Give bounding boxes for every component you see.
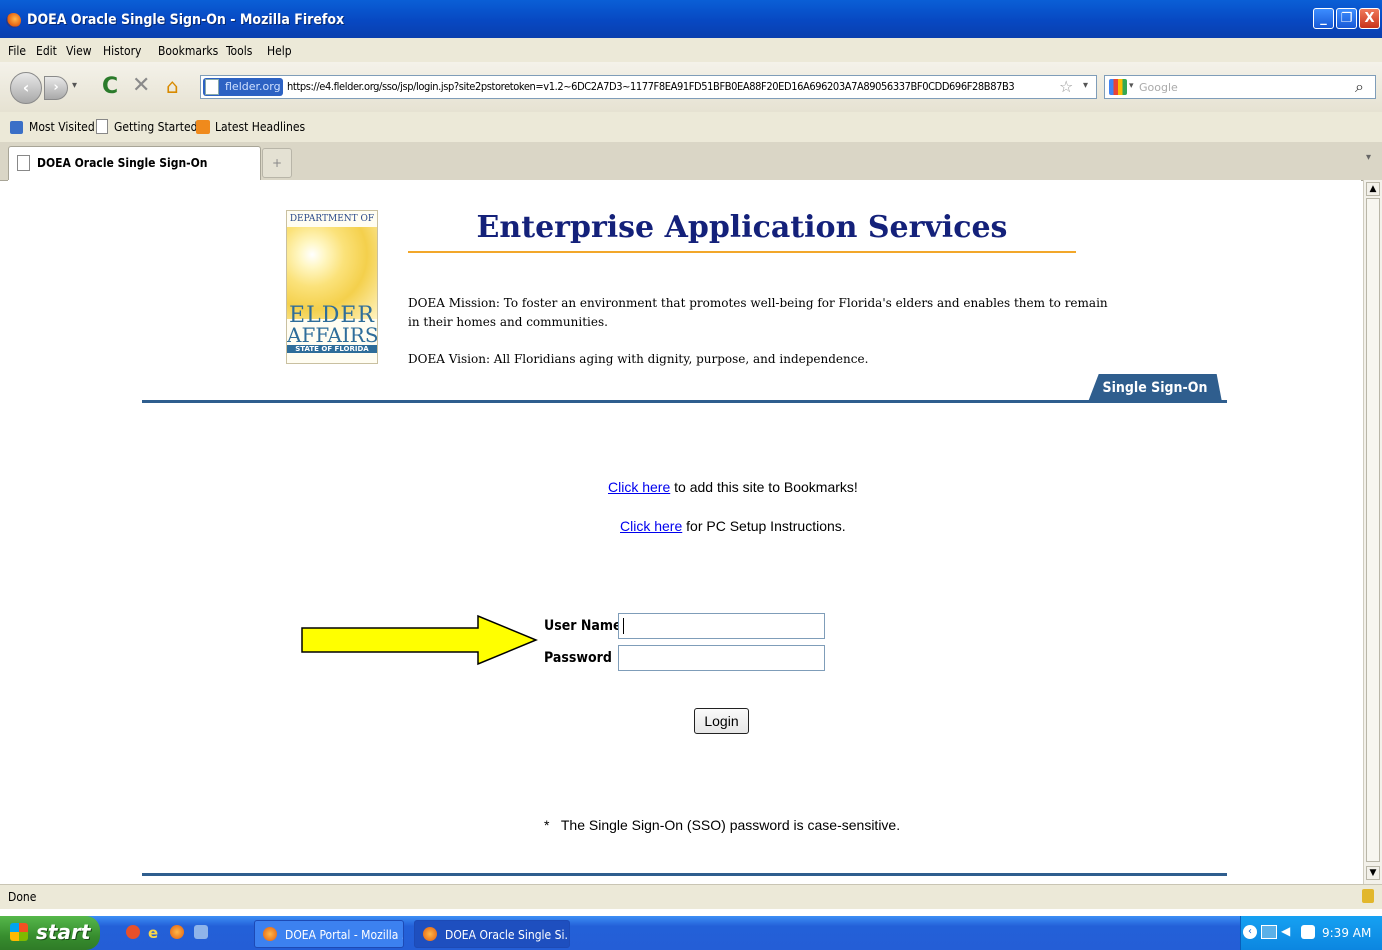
bookmark-getting-started[interactable]: Getting Started <box>114 120 197 134</box>
tab-doea-oracle-sso[interactable]: DOEA Oracle Single Sign-On <box>8 146 261 180</box>
minimize-button[interactable]: _ <box>1313 8 1334 29</box>
yellow-arrow-icon <box>301 614 538 666</box>
logo-state-text: STATE OF FLORIDA <box>287 345 377 353</box>
network-icon[interactable] <box>1261 925 1277 939</box>
start-button[interactable]: start <box>0 916 100 950</box>
window-titlebar[interactable]: DOEA Oracle Single Sign-On - Mozilla Fir… <box>0 0 1382 38</box>
chrome-icon[interactable] <box>126 925 140 939</box>
close-button[interactable]: X <box>1359 8 1380 29</box>
menu-tools[interactable]: Tools <box>226 44 252 58</box>
taskbar-item-label: DOEA Oracle Single Si... <box>445 928 570 942</box>
stop-icon[interactable]: ✕ <box>132 73 150 98</box>
username-input[interactable] <box>618 613 825 639</box>
page-icon <box>96 119 108 134</box>
search-engine-dropdown-icon[interactable]: ▾ <box>1129 81 1134 91</box>
url-dropdown-icon[interactable]: ▾ <box>1083 80 1088 91</box>
home-icon[interactable]: ⌂ <box>166 74 179 98</box>
navigation-toolbar: ‹ › ▾ C ✕ ⌂ flelder.org https://e4.fleld… <box>0 62 1382 113</box>
app-icon[interactable] <box>194 925 208 939</box>
scrollbar-thumb[interactable] <box>1366 198 1380 862</box>
tab-label: DOEA Oracle Single Sign-On <box>37 156 208 170</box>
header-divider <box>142 400 1227 403</box>
bookmark-most-visited[interactable]: Most Visited <box>29 120 95 134</box>
elder-affairs-logo: DEPARTMENT OF ELDER AFFAIRS STATE OF FLO… <box>286 210 378 364</box>
setup-link[interactable]: Click here <box>620 518 682 534</box>
forward-button[interactable]: › <box>44 76 68 100</box>
setup-link-text: for PC Setup Instructions. <box>682 518 846 534</box>
rss-feed-icon <box>196 120 210 134</box>
scroll-up-arrow-icon[interactable]: ▲ <box>1366 182 1380 196</box>
firefox-icon[interactable] <box>170 925 184 939</box>
menu-help[interactable]: Help <box>267 44 292 58</box>
menu-bar: File Edit View History Bookmarks Tools H… <box>0 38 1382 62</box>
mission-statement: DOEA Mission: To foster an environment t… <box>408 296 1108 329</box>
tab-bar: DOEA Oracle Single Sign-On + ▾ <box>0 142 1382 181</box>
firefox-icon <box>6 13 21 28</box>
search-box[interactable]: ▾ Google ⌕ <box>1104 75 1376 99</box>
list-tabs-icon[interactable]: ▾ <box>1366 152 1371 163</box>
page-icon <box>17 155 30 171</box>
security-shield-icon[interactable] <box>1301 925 1315 939</box>
bookmark-link-text: to add this site to Bookmarks! <box>670 479 858 495</box>
bookmarks-toolbar: Most Visited Getting Started Latest Head… <box>0 112 1382 143</box>
vision-statement: DOEA Vision: All Floridians aging with d… <box>408 352 869 366</box>
firefox-icon <box>423 927 437 941</box>
google-icon[interactable] <box>1109 79 1127 95</box>
firefox-icon <box>263 927 277 941</box>
title-underline <box>408 251 1076 253</box>
taskbar-item-doea-portal[interactable]: DOEA Portal - Mozilla ... <box>254 920 404 948</box>
status-bar: Done <box>0 884 1382 909</box>
text-cursor <box>623 618 624 634</box>
start-label: start <box>36 920 91 944</box>
taskbar-item-doea-oracle[interactable]: DOEA Oracle Single Si... <box>414 920 570 948</box>
volume-icon[interactable]: ◀ <box>1281 924 1290 938</box>
menu-bookmarks[interactable]: Bookmarks <box>158 44 218 58</box>
bookmark-latest-headlines[interactable]: Latest Headlines <box>215 120 305 134</box>
bookmark-link[interactable]: Click here <box>608 479 670 495</box>
reload-icon[interactable]: C <box>102 74 118 99</box>
logo-department-text: DEPARTMENT OF <box>289 214 375 224</box>
bookmark-instructions: Click here to add this site to Bookmarks… <box>608 479 858 495</box>
logo-affairs-text: AFFAIRS <box>287 323 378 347</box>
clock[interactable]: 9:39 AM <box>1322 926 1371 940</box>
windows-logo-icon <box>10 923 28 941</box>
most-visited-icon <box>10 121 23 134</box>
single-sign-on-tab: Single Sign-On <box>1088 374 1222 402</box>
password-note: * The Single Sign-On (SSO) password is c… <box>544 817 901 833</box>
password-input[interactable] <box>618 645 825 671</box>
window-title: DOEA Oracle Single Sign-On - Mozilla Fir… <box>27 12 345 28</box>
search-placeholder: Google <box>1139 81 1178 94</box>
page-icon <box>205 79 219 95</box>
setup-instructions: Click here for PC Setup Instructions. <box>620 518 846 534</box>
menu-edit[interactable]: Edit <box>36 44 57 58</box>
url-bar[interactable]: flelder.org https://e4.flelder.org/sso/j… <box>200 75 1097 99</box>
menu-view[interactable]: View <box>66 44 92 58</box>
taskbar-item-label: DOEA Portal - Mozilla ... <box>285 928 404 942</box>
search-magnifier-icon[interactable]: ⌕ <box>1355 77 1364 97</box>
login-button[interactable]: Login <box>694 708 749 734</box>
menu-history[interactable]: History <box>103 44 141 58</box>
status-text: Done <box>8 890 37 904</box>
vertical-scrollbar[interactable]: ▲ ▼ <box>1363 180 1382 884</box>
page-title: Enterprise Application Services <box>476 210 1008 245</box>
restore-button[interactable]: ❐ <box>1336 8 1357 29</box>
tray-expand-icon[interactable]: ‹ <box>1243 925 1257 939</box>
scroll-down-arrow-icon[interactable]: ▼ <box>1366 866 1380 880</box>
lock-icon[interactable] <box>1362 889 1374 903</box>
windows-taskbar: start e DOEA Portal - Mozilla ... DOEA O… <box>0 916 1382 950</box>
username-label: User Name <box>544 618 622 634</box>
new-tab-button[interactable]: + <box>262 148 292 178</box>
back-button[interactable]: ‹ <box>10 72 42 104</box>
footer-divider <box>142 873 1227 876</box>
menu-file[interactable]: File <box>8 44 26 58</box>
password-label: Password <box>544 650 612 666</box>
internet-explorer-icon[interactable]: e <box>148 924 158 942</box>
history-dropdown-icon[interactable]: ▾ <box>72 80 77 91</box>
url-text[interactable]: https://e4.flelder.org/sso/jsp/login.jsp… <box>287 80 1015 93</box>
star-icon[interactable]: ☆ <box>1059 77 1073 96</box>
